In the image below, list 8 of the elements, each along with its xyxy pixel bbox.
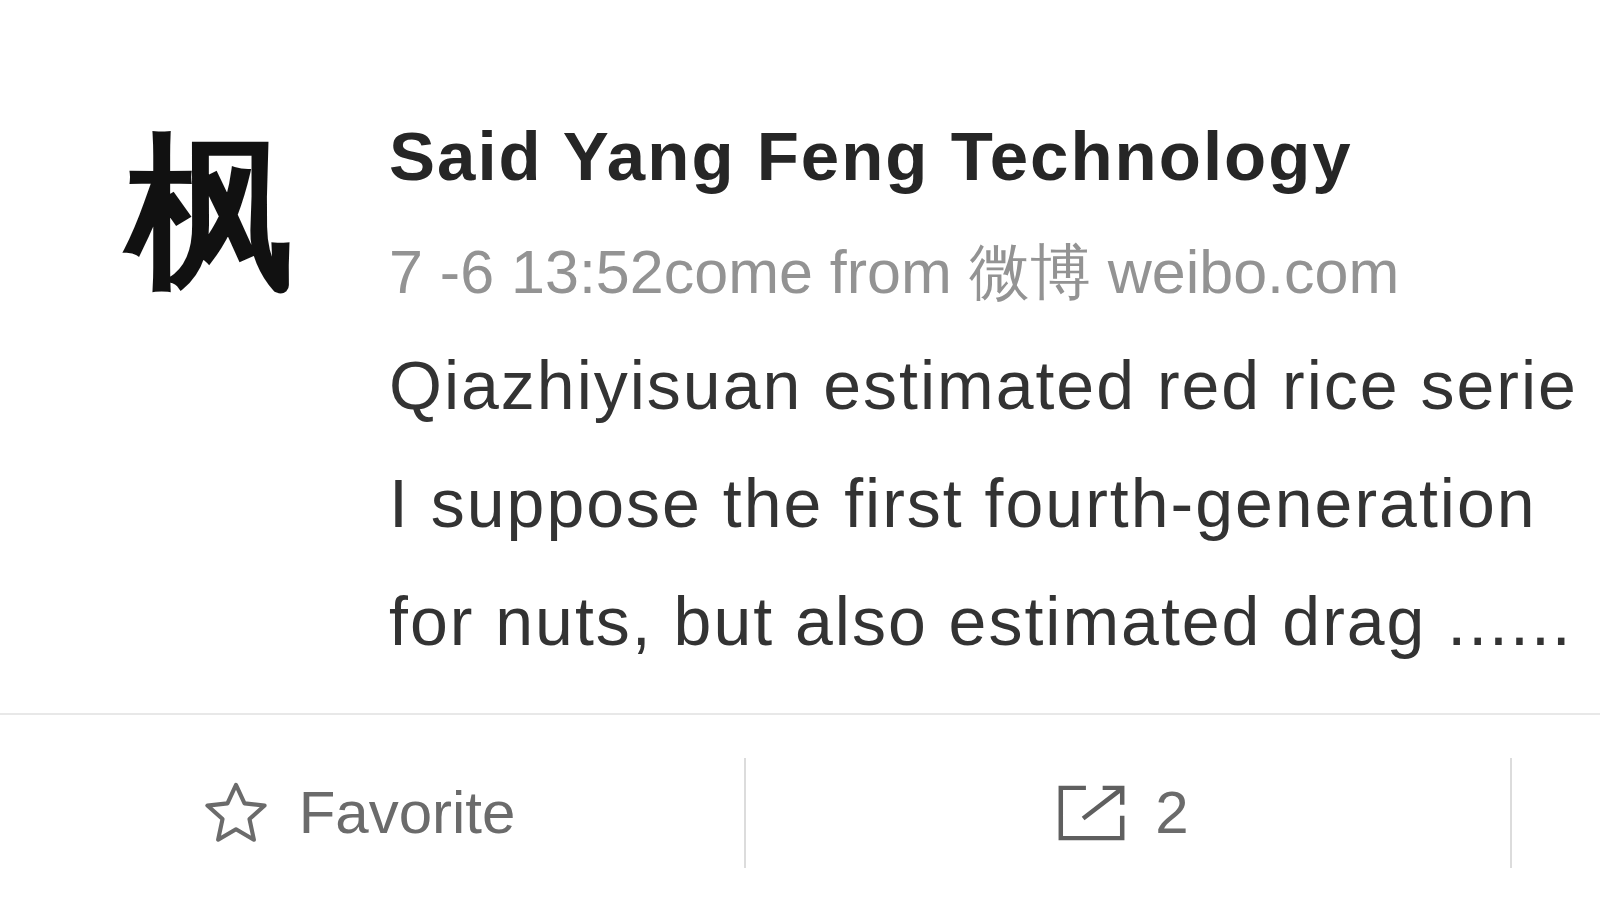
author-name[interactable]: Said Yang Feng Technology (389, 114, 1353, 200)
star-icon (202, 781, 269, 845)
post-text: Qiazhiyisuan estimated red rice serie I suppose the first fourth-generation for nuts, but also estimated drag ...... (389, 346, 1578, 661)
avatar-logo[interactable]: 枫 (112, 114, 308, 310)
share-button[interactable]: 2 (1058, 777, 1189, 849)
post-meta: 7 -6 13:52come from 微博 weibo.com (389, 237, 1400, 308)
share-icon (1058, 785, 1126, 841)
favorite-button[interactable]: Favorite (202, 777, 516, 849)
